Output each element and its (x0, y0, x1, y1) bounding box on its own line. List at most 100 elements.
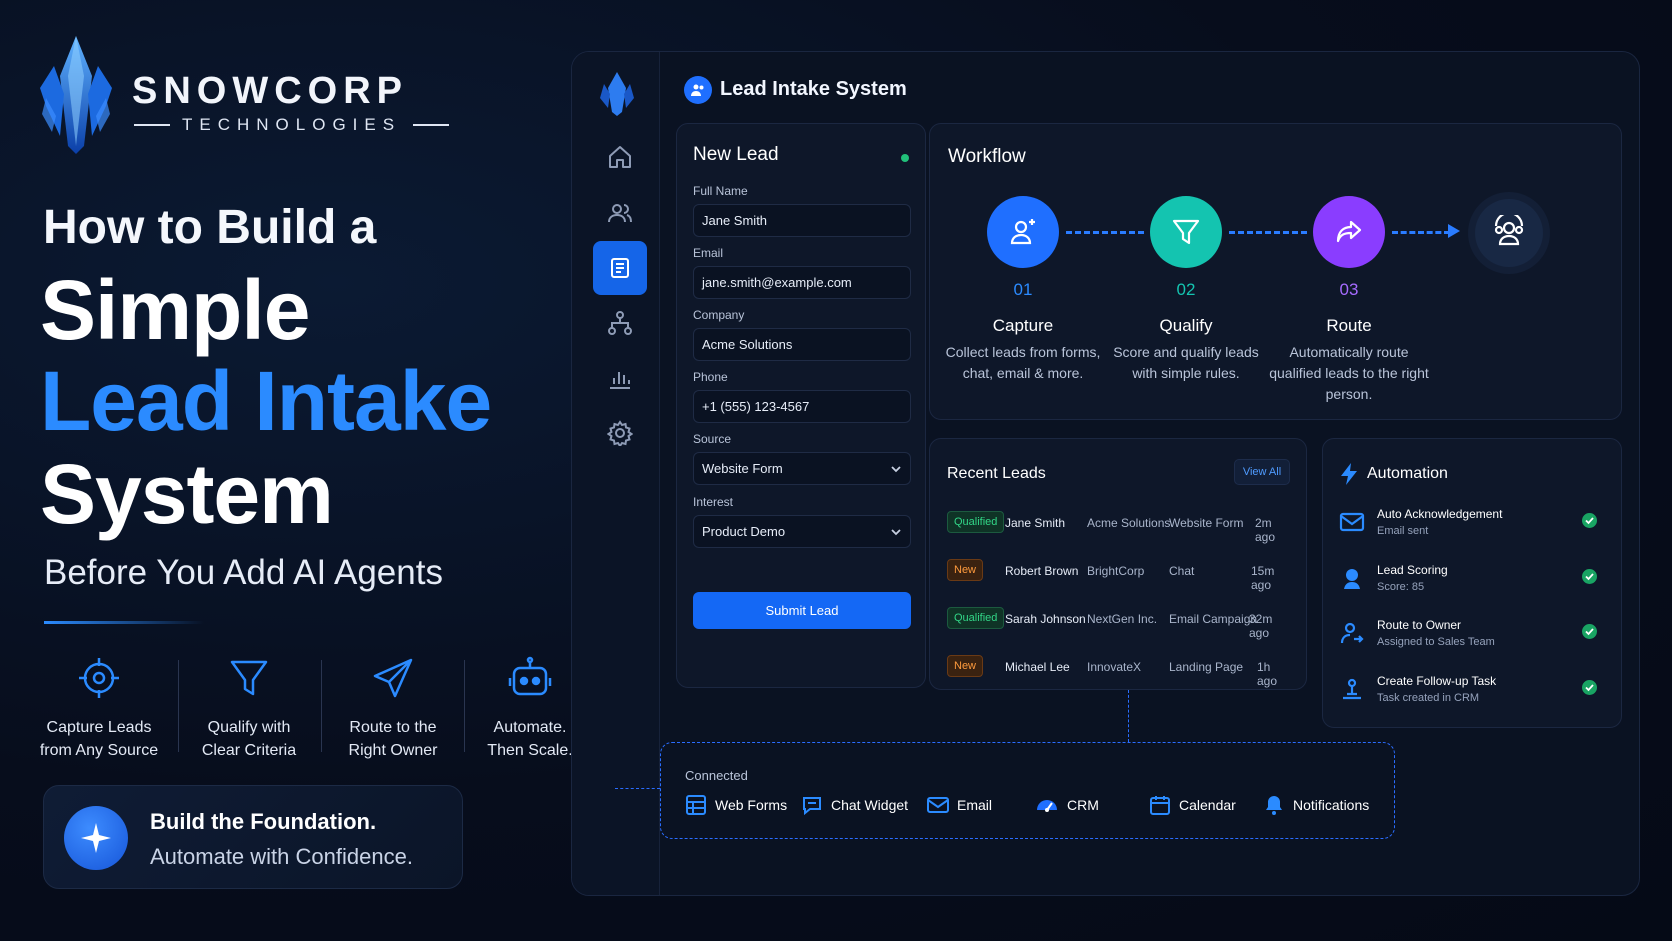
brand-tagline: TECHNOLOGIES (134, 115, 450, 135)
integration-label: Notifications (1293, 797, 1370, 813)
automation-status: Task created in CRM (1377, 692, 1480, 704)
submit-lead-button[interactable]: Submit Lead (693, 592, 911, 629)
send-icon (318, 656, 468, 706)
gear-icon (607, 420, 633, 446)
connected-title: Connected (685, 768, 748, 783)
home-icon (609, 146, 631, 168)
automation-item[interactable]: Auto Acknowledgement Email sent (1339, 507, 1597, 547)
nav-leads[interactable] (593, 241, 647, 295)
company-label: Company (693, 308, 745, 322)
check-icon (1582, 680, 1597, 695)
nav-contacts[interactable] (593, 186, 647, 240)
integration-web-forms[interactable]: Web Forms (685, 793, 787, 817)
integration-chat-widget[interactable]: Chat Widget (801, 793, 908, 817)
integration-notifications[interactable]: Notifications (1263, 793, 1369, 817)
automation-item[interactable]: Create Follow-up Task Task created in CR… (1339, 674, 1597, 714)
sparkle-icon (64, 806, 128, 870)
automation-name: Lead Scoring (1377, 563, 1448, 577)
check-icon (1582, 569, 1597, 584)
company-field[interactable]: Acme Solutions (693, 328, 911, 361)
integration-email[interactable]: Email (927, 793, 992, 817)
automation-item[interactable]: Lead Scoring Score: 85 (1339, 563, 1597, 603)
lead-company: InnovateX (1087, 660, 1142, 674)
table-row[interactable]: New Michael Lee InnovateX Landing Page 1… (947, 655, 1292, 688)
full-name-label: Full Name (693, 184, 748, 198)
interest-select[interactable]: Product Demo (693, 515, 911, 548)
lead-name: Robert Brown (1005, 564, 1079, 578)
automation-name: Auto Acknowledgement (1377, 507, 1503, 521)
lead-time: 1h ago (1257, 660, 1278, 688)
cta-card: Build the Foundation. Automate with Conf… (43, 785, 463, 889)
step-name: Route (1326, 316, 1372, 335)
view-all-button[interactable]: View All (1234, 459, 1290, 485)
connector-line (1128, 690, 1129, 742)
phone-label: Phone (693, 370, 728, 384)
nav-workflow[interactable] (593, 296, 647, 350)
phone-field[interactable]: +1 (555) 123-4567 (693, 390, 911, 423)
automation-status: Email sent (1377, 525, 1429, 537)
brand-logo-icon (40, 36, 112, 154)
task-icon (1339, 676, 1365, 702)
hero-line-3: Lead Intake (40, 354, 492, 448)
automation-item[interactable]: Route to Owner Assigned to Sales Team (1339, 618, 1597, 658)
integration-crm[interactable]: CRM (1035, 793, 1099, 817)
interest-value: Product Demo (702, 524, 786, 539)
full-name-field[interactable]: Jane Smith (693, 204, 911, 237)
lead-name: Jane Smith (1005, 516, 1066, 530)
interest-label: Interest (693, 495, 734, 509)
hierarchy-icon (608, 311, 632, 335)
table-row[interactable]: Qualified Jane Smith Acme Solutions Webs… (947, 511, 1292, 544)
filter-icon (1150, 196, 1222, 268)
integration-label: Web Forms (715, 797, 788, 813)
nav-home[interactable] (593, 130, 647, 184)
automation-card: Automation Auto Acknowledgement Email se… (1322, 438, 1622, 728)
step-name: Qualify (1159, 316, 1213, 335)
app-logo-icon[interactable] (598, 72, 636, 116)
bar-chart-icon (610, 372, 630, 389)
status-badge: Qualified (947, 511, 1005, 533)
chevron-down-icon (891, 465, 901, 472)
lead-source: Email Campaign (1169, 612, 1258, 626)
app-window: Lead Intake System New Lead Full Name Ja… (571, 51, 1640, 896)
web-forms-icon (686, 795, 706, 815)
mail-icon (927, 797, 949, 813)
source-select[interactable]: Website Form (693, 452, 911, 485)
hero-line-1: How to Build a (43, 201, 377, 254)
lead-source: Chat (1169, 564, 1195, 578)
step-description: Collect leads from forms, chat, email & … (945, 344, 1101, 381)
automation-status: Score: 85 (1377, 581, 1425, 593)
score-icon (1339, 565, 1365, 591)
team-icon (1468, 192, 1550, 274)
cta-line-2: Automate with Confidence. (150, 844, 413, 869)
status-badge: Qualified (947, 607, 1005, 629)
workflow-title: Workflow (948, 146, 1026, 167)
feature-qualify: Qualify with Clear Criteria (174, 656, 324, 762)
integration-label: CRM (1067, 797, 1099, 813)
integration-calendar[interactable]: Calendar (1149, 793, 1236, 817)
email-value: jane.smith@example.com (702, 275, 852, 290)
nav-rail (572, 52, 660, 895)
recent-leads-card: Recent Leads View All Qualified Jane Smi… (929, 438, 1307, 690)
hero-divider (44, 621, 204, 624)
email-field[interactable]: jane.smith@example.com (693, 266, 911, 299)
integration-label: Calendar (1179, 797, 1236, 813)
brand-name: SNOWCORP (132, 70, 408, 112)
nav-settings[interactable] (593, 406, 647, 460)
lead-company: NextGen Inc. (1087, 612, 1158, 626)
lead-time: 2m ago (1255, 516, 1276, 544)
table-row[interactable]: Qualified Sarah Johnson NextGen Inc. Ema… (947, 607, 1292, 640)
nav-reports[interactable] (593, 351, 647, 405)
phone-value: +1 (555) 123-4567 (702, 399, 810, 414)
step-number: 02 (1176, 280, 1196, 299)
hero-line-4: System (40, 447, 334, 541)
cta-line-1: Build the Foundation. (150, 809, 377, 834)
filter-icon (174, 656, 324, 706)
lead-name: Michael Lee (1005, 660, 1070, 674)
lightning-icon (1340, 463, 1358, 485)
feature-capture: Capture Leads from Any Source (24, 656, 174, 762)
lead-company: Acme Solutions (1087, 516, 1171, 530)
step-description: Score and qualify leads with simple rule… (1113, 344, 1259, 381)
check-icon (1582, 513, 1597, 528)
table-row[interactable]: New Robert Brown BrightCorp Chat 15m ago (947, 559, 1292, 592)
target-icon (24, 656, 174, 706)
